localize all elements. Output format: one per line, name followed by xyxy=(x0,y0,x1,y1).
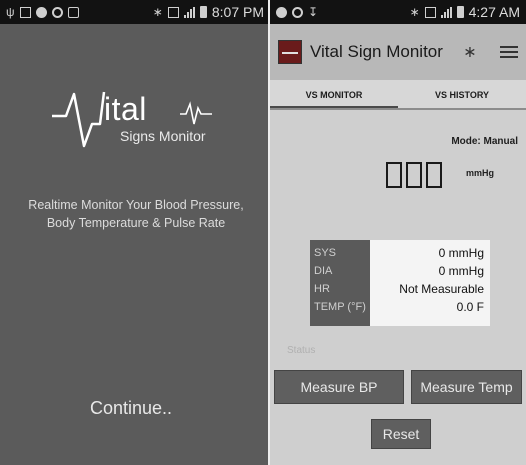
bluetooth-icon[interactable]: ∗ xyxy=(460,42,480,62)
image-icon xyxy=(19,6,31,18)
bluetooth-icon: ∗ xyxy=(152,5,163,19)
value-temp: 0.0 F xyxy=(456,300,484,314)
signal-icon xyxy=(183,6,195,18)
vitals-values: 0 mmHg 0 mmHg Not Measurable 0.0 F xyxy=(370,240,490,326)
label-hr: HR xyxy=(314,283,330,295)
status-bar: ψ ∗ 8:07 PM xyxy=(0,0,270,24)
label-sys: SYS xyxy=(314,247,337,259)
battery-icon xyxy=(456,6,464,18)
readout-digit xyxy=(406,162,422,188)
monitor-screen: ↧ ∗ 4:27 AM Vital Sign Monitor ∗ VS MONI… xyxy=(270,0,526,465)
measure-temp-button[interactable]: Measure Temp xyxy=(411,370,522,404)
vitals-table: SYS DIA HR TEMP (°F) 0 mmHg 0 mmHg Not M… xyxy=(310,240,490,326)
power-icon xyxy=(292,6,303,18)
data-icon xyxy=(424,6,436,18)
logo-text: ital xyxy=(104,91,147,127)
app-title: Vital Sign Monitor xyxy=(310,42,443,61)
download-icon: ↧ xyxy=(308,5,319,19)
value-hr: Not Measurable xyxy=(399,282,484,296)
tagline-line-2: Body Temperature & Pulse Rate xyxy=(46,216,226,230)
vitals-labels: SYS DIA HR TEMP (°F) xyxy=(310,240,370,326)
value-dia: 0 mmHg xyxy=(438,264,484,278)
continue-button[interactable]: Continue.. xyxy=(90,398,172,419)
readout-digit xyxy=(386,162,402,188)
readout-unit: mmHg xyxy=(466,168,495,178)
bluetooth-icon: ∗ xyxy=(409,5,420,19)
label-temp: TEMP (°F) xyxy=(314,301,366,313)
tagline-line-1: Realtime Monitor Your Blood Pressure, xyxy=(28,198,244,212)
bp-readout xyxy=(386,162,442,188)
signal-icon xyxy=(440,6,452,18)
readout-digit xyxy=(426,162,442,188)
status-label: Status xyxy=(287,345,316,356)
app-icon xyxy=(278,40,302,64)
data-icon xyxy=(167,6,179,18)
tab-underline xyxy=(270,108,526,110)
value-sys: 0 mmHg xyxy=(438,246,484,260)
label-dia: DIA xyxy=(314,265,333,277)
tab-bar: VS MONITOR VS HISTORY xyxy=(270,80,526,110)
logo-subtitle: Signs Monitor xyxy=(120,128,206,144)
measure-bp-button[interactable]: Measure BP xyxy=(274,370,404,404)
reset-button[interactable]: Reset xyxy=(371,419,431,449)
status-time: 4:27 AM xyxy=(468,4,520,20)
usb-icon: ψ xyxy=(6,5,15,19)
power-icon xyxy=(51,6,63,18)
status-time: 8:07 PM xyxy=(211,4,264,20)
android-icon xyxy=(67,6,79,18)
record-icon xyxy=(276,6,287,18)
battery-icon xyxy=(199,6,207,18)
tab-vs-history[interactable]: VS HISTORY xyxy=(398,80,526,110)
splash-screen: ψ ∗ 8:07 PM ital Signs Monitor Realtime … xyxy=(0,0,270,465)
settings-sliders-icon[interactable] xyxy=(500,44,518,60)
tagline: Realtime Monitor Your Blood Pressure, Bo… xyxy=(10,196,262,232)
status-bar: ↧ ∗ 4:27 AM xyxy=(270,0,526,24)
action-bar: Vital Sign Monitor ∗ xyxy=(270,24,526,80)
mode-label: Mode: Manual xyxy=(451,136,518,147)
tab-vs-monitor[interactable]: VS MONITOR xyxy=(270,80,398,110)
record-icon xyxy=(35,6,47,18)
